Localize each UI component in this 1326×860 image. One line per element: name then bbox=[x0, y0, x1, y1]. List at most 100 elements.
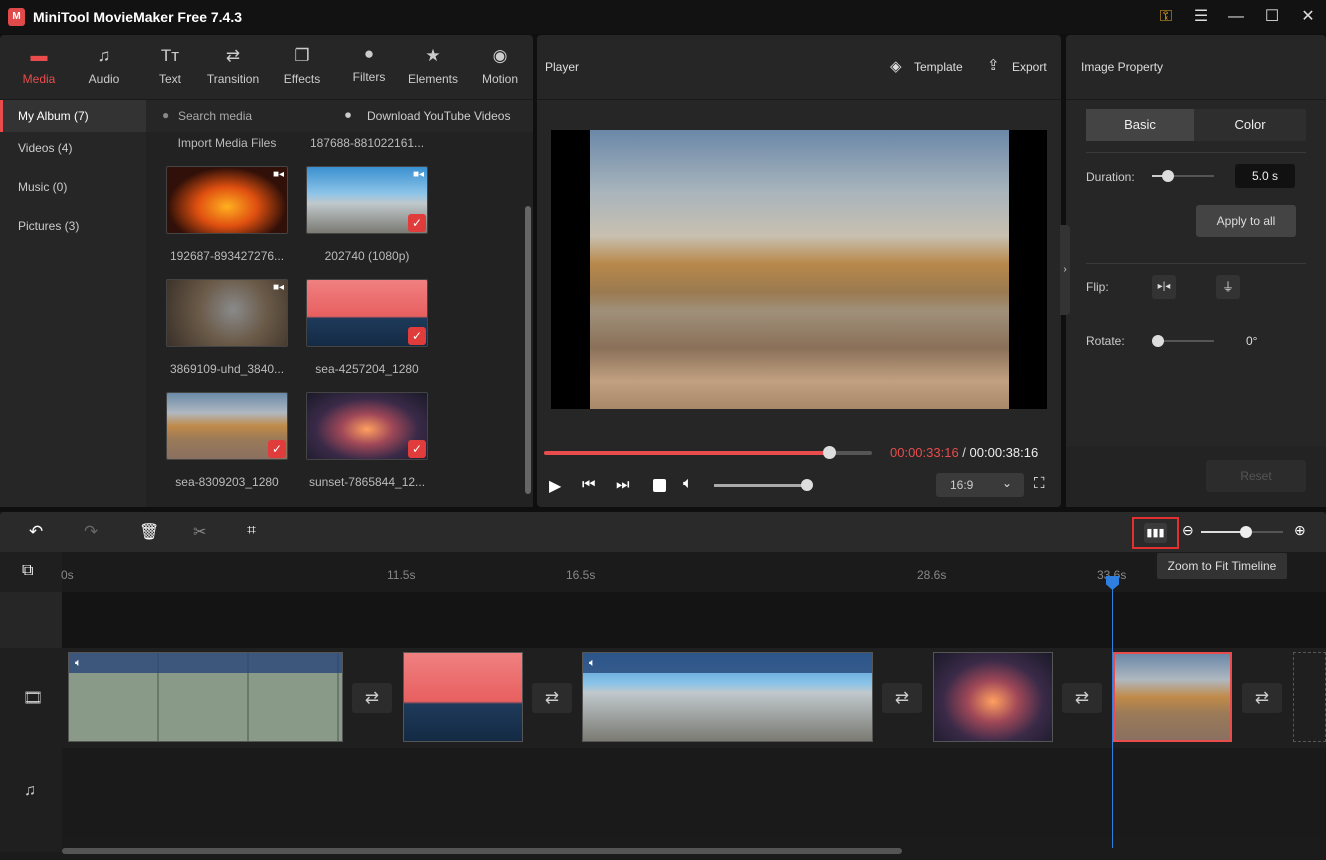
flip-label: Flip: bbox=[1086, 280, 1109, 294]
ruler-label: 11.5s bbox=[387, 568, 416, 582]
key-icon[interactable]: ⚿ bbox=[1154, 6, 1178, 28]
motion-icon: ◉ bbox=[492, 46, 508, 65]
download-youtube-button[interactable]: Download YouTube Videos bbox=[367, 109, 510, 123]
time-separator: / bbox=[958, 445, 970, 460]
tab-media[interactable]: ▬ Media bbox=[8, 45, 70, 86]
sidebar-item-music[interactable]: Music (0) bbox=[0, 171, 146, 210]
timeline-clip-video[interactable]: 🔈︎ bbox=[582, 652, 873, 742]
search-input[interactable]: Search media bbox=[178, 109, 252, 123]
redo-icon[interactable]: ↷ bbox=[84, 522, 98, 542]
zoom-out-icon[interactable]: ⊖ bbox=[1182, 522, 1194, 539]
zoom-to-fit-icon[interactable]: ▮▮▮ bbox=[1144, 523, 1167, 543]
aspect-ratio-select[interactable]: 16:9 ⌄ bbox=[936, 473, 1024, 497]
duration-slider[interactable] bbox=[1152, 170, 1214, 182]
divider bbox=[1086, 152, 1306, 153]
undo-icon[interactable]: ↶ bbox=[29, 522, 43, 542]
template-button[interactable]: Template bbox=[914, 60, 963, 74]
tab-label: Filters bbox=[352, 70, 386, 84]
duration-input[interactable]: 5.0 s bbox=[1235, 164, 1295, 188]
media-scrollbar[interactable] bbox=[525, 206, 531, 494]
progress-handle[interactable] bbox=[823, 446, 837, 459]
tooltip: Zoom to Fit Timeline bbox=[1157, 553, 1287, 579]
add-track-icon[interactable]: ⧉ bbox=[22, 562, 33, 580]
apply-to-all-button[interactable]: Apply to all bbox=[1196, 205, 1296, 237]
volume-handle[interactable] bbox=[801, 479, 813, 491]
zoom-handle[interactable] bbox=[1240, 526, 1253, 538]
media-item[interactable]: ✓ bbox=[166, 392, 288, 460]
close-icon[interactable]: ✕ bbox=[1296, 6, 1320, 28]
tab-label: Elements bbox=[407, 72, 459, 86]
tab-text[interactable]: Tт Text bbox=[139, 45, 201, 86]
transition-slot-icon[interactable]: ⇄ bbox=[882, 683, 922, 713]
clip-volume-icon[interactable]: 🔈︎ bbox=[583, 653, 872, 673]
transition-slot-icon[interactable]: ⇄ bbox=[1062, 683, 1102, 713]
flip-vertical-icon[interactable]: ⏚ bbox=[1216, 275, 1240, 299]
crop-icon[interactable]: ⌗ bbox=[247, 522, 256, 540]
property-tabs: Basic Color bbox=[1086, 109, 1306, 141]
transition-slot-icon[interactable]: ⇄ bbox=[1242, 683, 1282, 713]
media-item[interactable]: ■◂ ✓ bbox=[306, 166, 428, 234]
sidebar-item-pictures[interactable]: Pictures (3) bbox=[0, 210, 146, 249]
zoom-slider[interactable] bbox=[1201, 526, 1283, 538]
volume-icon[interactable]: 🔈︎ bbox=[683, 475, 693, 493]
menu-icon[interactable]: ☰ bbox=[1189, 6, 1213, 28]
tab-filters[interactable]: ● Filters bbox=[338, 43, 400, 84]
audio-track[interactable] bbox=[62, 748, 1326, 838]
tab-motion[interactable]: ◉ Motion bbox=[469, 45, 531, 86]
timeline-clip-image[interactable] bbox=[933, 652, 1053, 742]
search-icon: ● bbox=[162, 108, 170, 122]
media-item[interactable]: ✓ bbox=[306, 392, 428, 460]
stop-icon[interactable] bbox=[653, 479, 666, 492]
export-button[interactable]: Export bbox=[1012, 60, 1047, 74]
clip-volume-icon[interactable]: 🔈︎ bbox=[69, 653, 342, 673]
timeline-clip-image[interactable] bbox=[403, 652, 523, 742]
timeline-scrollbar[interactable] bbox=[62, 848, 902, 854]
rotate-handle[interactable] bbox=[1152, 335, 1164, 347]
clip-drop-placeholder bbox=[1293, 652, 1326, 742]
delete-icon[interactable]: 🗑︎ bbox=[139, 522, 159, 542]
timeline-clip-selected[interactable] bbox=[1113, 652, 1232, 742]
property-footer: Reset bbox=[1066, 446, 1326, 507]
split-scissors-icon[interactable]: ✂ bbox=[193, 522, 206, 542]
playhead-handle[interactable] bbox=[1106, 576, 1119, 590]
zoom-in-icon[interactable]: ⊕ bbox=[1294, 522, 1306, 539]
flip-horizontal-icon[interactable]: ▸|◂ bbox=[1152, 275, 1176, 299]
tab-basic[interactable]: Basic bbox=[1086, 109, 1194, 141]
playhead[interactable] bbox=[1106, 576, 1119, 848]
minimize-icon[interactable]: — bbox=[1224, 6, 1248, 28]
transition-slot-icon[interactable]: ⇄ bbox=[352, 683, 392, 713]
volume-slider[interactable] bbox=[714, 479, 813, 491]
timeline-clip-video[interactable]: 🔈︎ bbox=[68, 652, 343, 742]
rotate-slider[interactable] bbox=[1152, 335, 1214, 347]
filters-icon: ● bbox=[363, 44, 375, 63]
tab-audio[interactable]: ♫ Audio bbox=[73, 45, 135, 86]
tab-elements[interactable]: ★ Elements bbox=[403, 45, 463, 86]
maximize-icon[interactable]: ☐ bbox=[1260, 6, 1284, 28]
video-icon: ■◂ bbox=[272, 169, 284, 180]
check-icon: ✓ bbox=[408, 440, 426, 458]
media-item[interactable]: ■◂ bbox=[166, 279, 288, 347]
tab-label: Transition bbox=[206, 72, 260, 86]
fullscreen-icon[interactable]: ⛶ bbox=[1034, 475, 1045, 492]
media-item[interactable]: ■◂ bbox=[166, 166, 288, 234]
track-headers: ⧉ 🎞︎ ♫ bbox=[0, 552, 62, 852]
tab-transition[interactable]: ⇄ Transition bbox=[202, 45, 264, 86]
duration-handle[interactable] bbox=[1162, 170, 1174, 182]
check-icon: ✓ bbox=[268, 440, 286, 458]
tab-effects[interactable]: ❐ Effects bbox=[271, 45, 333, 86]
previous-frame-icon[interactable]: ⏮ bbox=[582, 476, 596, 493]
empty-track-header bbox=[0, 592, 62, 648]
tab-color[interactable]: Color bbox=[1194, 109, 1306, 141]
play-icon[interactable]: ▶ bbox=[549, 476, 561, 496]
next-frame-icon[interactable]: ⏭ bbox=[616, 476, 630, 493]
collapse-panel-chevron-icon[interactable]: › bbox=[1060, 225, 1070, 315]
playback-progress[interactable] bbox=[544, 446, 872, 459]
reset-button[interactable]: Reset bbox=[1206, 460, 1306, 492]
transition-slot-icon[interactable]: ⇄ bbox=[532, 683, 572, 713]
sidebar-item-my-album[interactable]: My Album (7) bbox=[0, 100, 146, 132]
media-item[interactable]: ✓ bbox=[306, 279, 428, 347]
player-panel: Player ◈ Template ⇪ Export 00:00:33:16 /… bbox=[537, 35, 1061, 507]
sidebar-item-videos[interactable]: Videos (4) bbox=[0, 132, 146, 171]
import-media-label[interactable]: Import Media Files bbox=[157, 136, 297, 150]
effects-icon: ❐ bbox=[294, 46, 310, 65]
